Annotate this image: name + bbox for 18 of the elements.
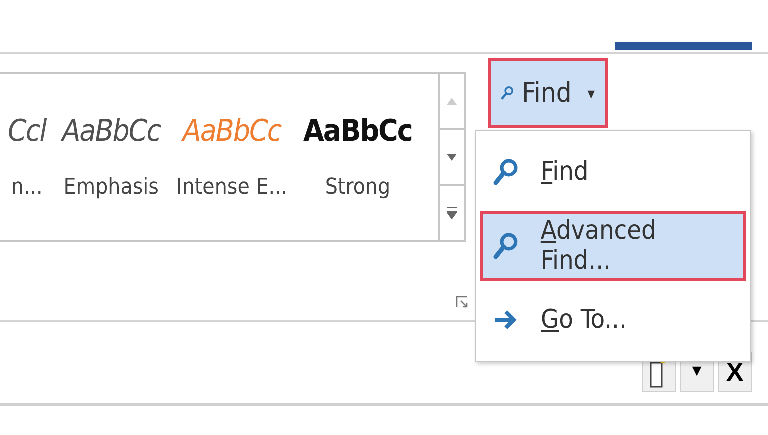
up-icon [447,98,457,104]
style-preview[interactable]: AaBbCc [304,114,412,149]
menu-item[interactable]: Find [480,137,746,207]
dialog-launcher-icon[interactable] [456,296,468,308]
style-label: n... [11,175,43,200]
style-label: Emphasis [64,175,159,200]
more-icon [447,207,457,219]
style-label: Strong [325,175,391,200]
style-label: Intense E... [176,175,288,200]
search-icon [493,232,519,260]
menu-item[interactable]: Go To... [480,285,746,355]
style-preview[interactable]: AaBbCc [62,114,161,149]
down-icon [447,154,457,160]
arrow-right-icon [493,309,519,331]
find-button[interactable]: Find ▾ [488,58,608,128]
style-preview[interactable]: Ccl [8,114,46,149]
search-icon [493,158,519,186]
menu-item[interactable]: Advanced Find... [480,211,746,281]
